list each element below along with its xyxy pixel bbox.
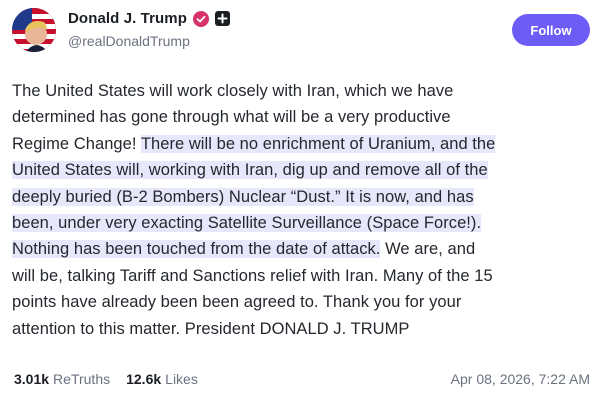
post-line: will be, talking Tariff and Sanctions re… <box>12 263 592 289</box>
post-line: points have already been been agreed to.… <box>12 289 592 315</box>
post-text-segment: attention to this matter. President DONA… <box>12 319 410 338</box>
author-display-name[interactable]: Donald J. Trump <box>68 10 187 27</box>
post-text-segment: points have already been been agreed to.… <box>12 293 462 312</box>
post-line: attention to this matter. President DONA… <box>12 316 592 342</box>
highlighted-text: There will be no enrichment of Uranium, … <box>140 134 496 153</box>
post-line: The United States will work closely with… <box>12 78 592 104</box>
post-text-segment: The United States will work closely with… <box>12 82 454 100</box>
post-text-segment: Regime Change! <box>12 134 141 153</box>
likes-stat[interactable]: 12.6k Likes <box>126 371 198 387</box>
post-line: determined has gone through what will be… <box>12 104 592 130</box>
likes-count: 12.6k <box>126 371 162 387</box>
post-line: been, under very exacting Satellite Surv… <box>12 210 592 236</box>
post-text-segment: We are, and <box>380 240 476 259</box>
retruths-count: 3.01k <box>14 371 50 387</box>
avatar[interactable] <box>12 8 56 52</box>
post-text-segment: will be, talking Tariff and Sanctions re… <box>12 266 493 285</box>
author-handle[interactable]: @realDonaldTrump <box>68 33 190 49</box>
retruths-label: ReTruths <box>53 371 111 387</box>
post-text: The United States will work closely with… <box>12 78 592 342</box>
post-line: Nothing has been touched from the date o… <box>12 236 592 262</box>
highlighted-text: been, under very exacting Satellite Surv… <box>12 213 482 232</box>
retruths-stat[interactable]: 3.01k ReTruths <box>14 371 110 387</box>
post-line: Regime Change! There will be no enrichme… <box>12 131 592 157</box>
post-card: Donald J. Trump @realDonaldTrump Follow … <box>0 0 600 400</box>
follow-button[interactable]: Follow <box>512 14 590 46</box>
post-line: deeply buried (B-2 Bombers) Nuclear “Dus… <box>12 184 592 210</box>
likes-label: Likes <box>165 371 198 387</box>
plus-badge-icon <box>215 11 231 26</box>
post-line: United States will, working with Iran, d… <box>12 157 592 183</box>
post-timestamp[interactable]: Apr 08, 2026, 7:22 AM <box>451 371 590 387</box>
highlighted-text: deeply buried (B-2 Bombers) Nuclear “Dus… <box>12 187 474 206</box>
verified-badge-icon <box>193 10 210 27</box>
post-footer: 3.01k ReTruths 12.6k Likes Apr 08, 2026,… <box>14 368 590 390</box>
highlighted-text: Nothing has been touched from the date o… <box>12 240 381 259</box>
highlighted-text: United States will, working with Iran, d… <box>12 161 488 180</box>
author-name-row: Donald J. Trump <box>68 10 231 27</box>
post-text-segment: determined has gone through what will be… <box>12 108 451 127</box>
